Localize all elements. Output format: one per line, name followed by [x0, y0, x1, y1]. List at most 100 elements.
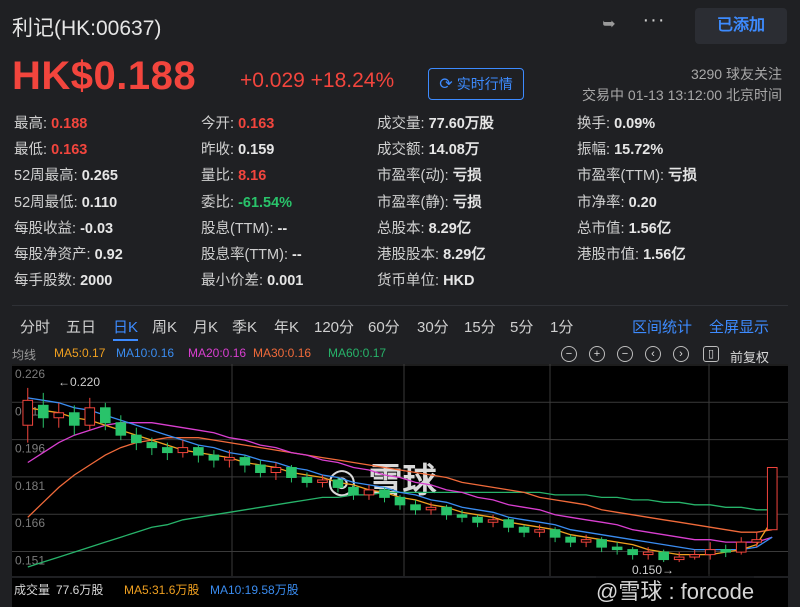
- added-watchlist-button[interactable]: 已添加: [695, 8, 787, 44]
- stat-19: 总市值: 1.56亿: [577, 217, 671, 238]
- candle-style-icon[interactable]: ▯: [703, 346, 719, 362]
- candle-body: [549, 529, 561, 538]
- stat-label: 最高:: [14, 116, 48, 132]
- stat-label: 今开:: [201, 116, 235, 132]
- stat-value: 0.188: [51, 116, 88, 132]
- stat-10: 市盈率(动): 亏损: [377, 164, 482, 185]
- candle-body: [596, 539, 607, 548]
- stat-value: --: [277, 220, 288, 237]
- candle-body: [689, 554, 701, 558]
- tab-7[interactable]: 120分: [314, 316, 354, 337]
- stat-value: 亏损: [668, 168, 698, 185]
- stat-value: 0.159: [238, 142, 275, 159]
- stat-8: 52周最高: 0.265: [14, 164, 118, 185]
- stat-value: -0.03: [80, 220, 114, 237]
- ma-item-3: MA30:0.16: [253, 346, 312, 360]
- candle-body: [472, 516, 483, 523]
- chevron-left-icon[interactable]: ‹: [645, 346, 661, 362]
- candle-body: [53, 412, 65, 419]
- stat-4: 最低: 0.163: [14, 138, 87, 159]
- tab-8[interactable]: 60分: [368, 316, 400, 337]
- candle-body: [301, 476, 313, 483]
- stat-11: 市盈率(TTM): 亏损: [577, 164, 697, 185]
- candle-body: [348, 486, 359, 496]
- more-icon[interactable]: ···: [640, 10, 668, 36]
- stat-21: 股息率(TTM): --: [201, 243, 302, 264]
- stat-label: 委比:: [201, 194, 235, 211]
- tab-0[interactable]: 分时: [20, 316, 50, 337]
- tab-2[interactable]: 日K: [113, 316, 139, 341]
- tab-5[interactable]: 季K: [232, 316, 257, 337]
- volume-ma10: MA10:19.58万股: [210, 583, 299, 597]
- range-stats-link[interactable]: 区间统计: [632, 316, 692, 337]
- stat-25: 最小价差: 0.001: [201, 269, 303, 290]
- zoom-in-icon[interactable]: +: [589, 346, 605, 362]
- stat-label: 每股净资产:: [14, 247, 91, 263]
- stat-label: 港股市值:: [577, 247, 640, 263]
- followers-count: 3290 球友关注: [690, 66, 782, 82]
- y-tick-label: 0.226: [15, 367, 45, 381]
- stat-label: 每股收益:: [14, 220, 77, 237]
- stat-value: 0.20: [628, 194, 657, 211]
- candle-body: [270, 467, 282, 473]
- stat-label: 52周最高:: [14, 168, 78, 185]
- stat-16: 每股收益: -0.03: [14, 217, 113, 238]
- stat-3: 换手: 0.09%: [577, 112, 655, 133]
- stat-value: 8.29亿: [428, 220, 472, 237]
- stat-24: 每手股数: 2000: [14, 269, 112, 290]
- share-icon[interactable]: ➥: [598, 14, 620, 36]
- candle-body: [565, 536, 576, 543]
- stat-5: 昨收: 0.159: [201, 138, 274, 159]
- stat-value: 77.60万股: [428, 116, 494, 132]
- zoom-out-icon[interactable]: −: [617, 346, 633, 362]
- stat-value: HKD: [443, 273, 475, 290]
- stat-0: 最高: 0.188: [14, 112, 87, 133]
- stat-label: 市净率:: [577, 194, 625, 211]
- stat-value: -61.54%: [238, 194, 293, 211]
- realtime-quote-button[interactable]: ⟳ 实时行情: [428, 68, 524, 100]
- candle-body: [735, 541, 747, 553]
- volume-ma5: MA5:31.6万股: [124, 583, 200, 597]
- stat-23: 港股市值: 1.56亿: [577, 243, 686, 264]
- tab-4[interactable]: 月K: [193, 316, 218, 337]
- stat-label: 市盈率(动):: [377, 168, 449, 185]
- candle-body: [84, 407, 96, 426]
- stat-18: 总股本: 8.29亿: [377, 217, 471, 238]
- tab-11[interactable]: 5分: [510, 316, 533, 337]
- candle-body: [22, 399, 34, 426]
- stat-value: 8.16: [238, 168, 267, 185]
- candle-body: [363, 489, 375, 496]
- candle-body: [534, 529, 545, 533]
- stat-20: 每股净资产: 0.92: [14, 243, 123, 264]
- candle-body: [286, 467, 297, 478]
- tab-9[interactable]: 30分: [417, 316, 449, 337]
- stat-1: 今开: 0.163: [201, 112, 274, 133]
- stat-value: 2000: [80, 273, 113, 290]
- candle-body: [503, 519, 514, 528]
- y-tick-label: 0.166: [15, 516, 45, 530]
- tab-3[interactable]: 周K: [152, 316, 177, 337]
- tab-6[interactable]: 年K: [274, 316, 299, 337]
- stat-value: 15.72%: [614, 142, 664, 159]
- tab-10[interactable]: 15分: [464, 316, 496, 337]
- footer-watermark: @雪球 : forcode: [596, 574, 755, 606]
- current-price: HK$0.188: [12, 54, 197, 98]
- trade-status: 交易中 01-13 13:12:00 北京时间: [582, 87, 782, 103]
- candle-body: [751, 539, 763, 543]
- stat-label: 最小价差:: [201, 273, 264, 290]
- fullscreen-link[interactable]: 全屏显示: [709, 316, 769, 337]
- tab-1[interactable]: 五日: [66, 316, 96, 337]
- candle-body: [379, 489, 390, 498]
- ma-label: 均线: [12, 348, 37, 362]
- y-tick-label: 0.181: [15, 479, 45, 493]
- kline-chart[interactable]: 0.2260.2110.1960.1810.1660.151◎ 雪球←0.220…: [12, 364, 788, 576]
- stat-value: 14.08万: [428, 142, 480, 159]
- volume-label: 成交量: [14, 583, 51, 597]
- tab-12[interactable]: 1分: [550, 316, 573, 337]
- chevron-right-icon[interactable]: ›: [673, 346, 689, 362]
- candle-body: [68, 412, 80, 426]
- minus-left-icon[interactable]: −: [561, 346, 577, 362]
- stat-label: 股息(TTM):: [201, 220, 274, 237]
- candle-body: [115, 422, 127, 436]
- stat-label: 总市值:: [577, 220, 625, 237]
